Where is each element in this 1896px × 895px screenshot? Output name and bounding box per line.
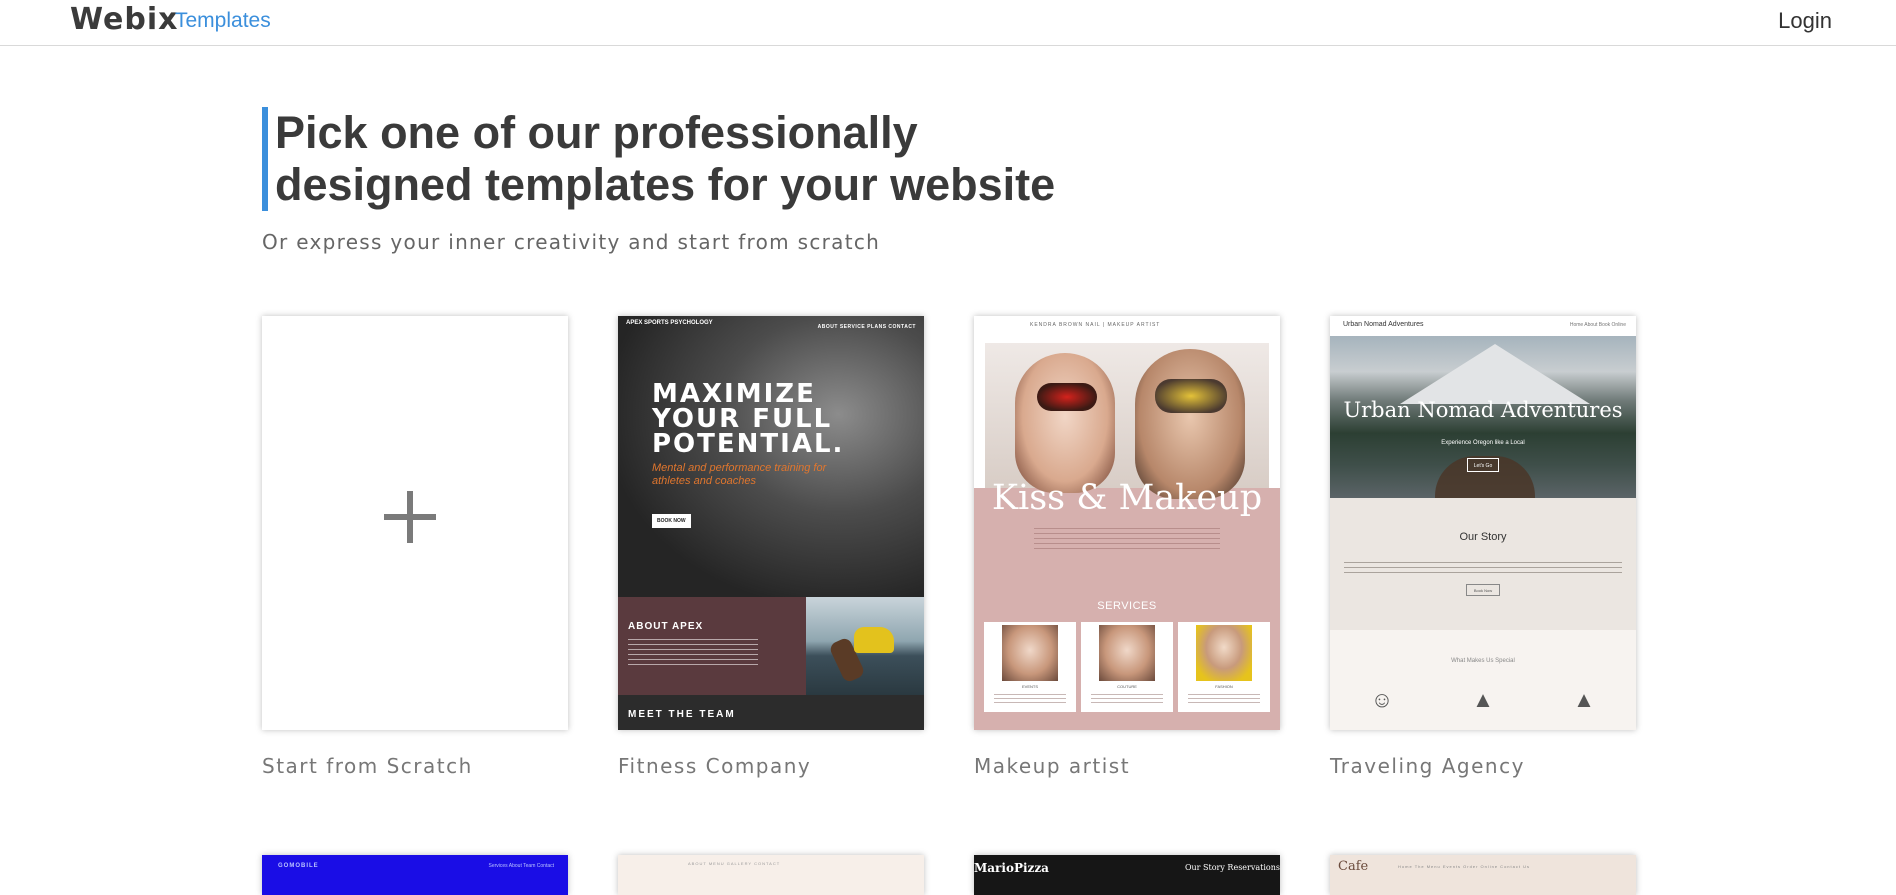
travel-hero-image: Urban Nomad Adventures Experience Oregon… xyxy=(1330,336,1636,498)
page-title: Pick one of our professionally designed … xyxy=(275,107,1056,210)
template-card-mobile[interactable]: GOMOBILE Services About Team Contact xyxy=(262,855,568,895)
template-label-scratch[interactable]: Start from Scratch xyxy=(262,754,473,778)
headline-block: Pick one of our professionally designed … xyxy=(262,107,1102,211)
travel-story-heading: Our Story xyxy=(1459,531,1507,543)
service-title: COUTURE xyxy=(1117,684,1137,689)
mobile-nav: Services About Team Contact xyxy=(488,863,555,869)
fitness-team-section: MEET THE TEAM xyxy=(618,695,924,730)
makeup-service-card: COUTURE xyxy=(1081,622,1173,712)
mountain-icon: ▲ xyxy=(1472,687,1494,712)
travel-story-button: Book Now xyxy=(1466,584,1500,596)
runner-shirt xyxy=(854,627,894,653)
fitness-hero-image: APEX SPORTS PSYCHOLOGY ABOUT SERVICE PLA… xyxy=(618,316,924,597)
pizza-brand: MarioPizza xyxy=(974,861,1049,875)
service-portrait xyxy=(1002,625,1058,681)
model-face-left xyxy=(1015,353,1115,493)
nav-templates-link[interactable]: Templates xyxy=(175,9,271,33)
lake-mountain-icon: ▲ xyxy=(1573,687,1595,712)
travel-story-text xyxy=(1344,562,1622,576)
page-subtitle: Or express your inner creativity and sta… xyxy=(262,230,881,254)
template-card-travel[interactable]: Urban Nomad Adventures Home About Book O… xyxy=(1330,316,1636,730)
fitness-about-heading: ABOUT APEX xyxy=(628,621,704,632)
guide-icon: ☺ xyxy=(1370,687,1394,712)
template-label-travel[interactable]: Traveling Agency xyxy=(1330,754,1525,778)
fitness-nav: ABOUT SERVICE PLANS CONTACT xyxy=(817,324,916,330)
webix-logo[interactable]: Webix xyxy=(70,2,178,37)
travel-cta-button: Let's Go xyxy=(1467,458,1499,472)
top-navbar: Webix Templates Login xyxy=(0,0,1896,46)
fitness-runner-photo xyxy=(806,597,924,695)
template-card-makeup[interactable]: KENDRA BROWN NAIL | MAKEUP ARTIST Kiss &… xyxy=(974,316,1280,730)
service-title: FASHION xyxy=(1215,684,1233,689)
cafe-nav: Home The Menu Events Order Online Contac… xyxy=(1398,864,1530,869)
cafe-brand: Cafe xyxy=(1338,859,1369,874)
service-portrait xyxy=(1196,625,1252,681)
travel-story-section: Our Story Book Now xyxy=(1330,498,1636,630)
fitness-about-section: ABOUT APEX xyxy=(618,597,806,695)
model-makeup-right xyxy=(1155,379,1227,413)
travel-brand: Urban Nomad Adventures xyxy=(1343,321,1424,328)
fitness-subtitle: Mental and performance training for athl… xyxy=(652,462,827,487)
travel-special-section: What Makes Us Special ☺ ▲ ▲ xyxy=(1330,630,1636,730)
service-text xyxy=(994,694,1066,704)
travel-title: Urban Nomad Adventures xyxy=(1343,398,1623,422)
template-card-cafe[interactable]: Cafe Home The Menu Events Order Online C… xyxy=(1330,855,1636,895)
travel-special-heading: What Makes Us Special xyxy=(1451,658,1515,664)
travel-nav-links: Home About Book Online xyxy=(1569,322,1626,328)
makeup-hero-image xyxy=(985,343,1269,499)
pizza-nav: Our Story Reservations xyxy=(1184,863,1280,872)
service-portrait xyxy=(1099,625,1155,681)
template-label-fitness[interactable]: Fitness Company xyxy=(618,754,811,778)
fitness-title: MAXIMIZE YOUR FULL POTENTIAL. xyxy=(652,379,845,459)
service-title: EVENTS xyxy=(1021,684,1038,689)
mountain-shape xyxy=(1400,344,1590,404)
template-card-scratch[interactable] xyxy=(262,316,568,730)
login-link[interactable]: Login xyxy=(1778,8,1832,34)
restaurant-nav: ABOUT MENU GALLERY CONTACT xyxy=(688,861,781,866)
makeup-service-card: FASHION xyxy=(1178,622,1270,712)
fitness-team-heading: MEET THE TEAM xyxy=(628,709,736,720)
template-card-restaurant[interactable]: ABOUT MENU GALLERY CONTACT xyxy=(618,855,924,895)
template-label-makeup[interactable]: Makeup artist xyxy=(974,754,1130,778)
fitness-logo: APEX SPORTS PSYCHOLOGY xyxy=(626,320,713,326)
model-makeup-left xyxy=(1037,383,1097,411)
travel-nav: Urban Nomad Adventures Home About Book O… xyxy=(1330,316,1636,336)
makeup-title: Kiss & Makeup xyxy=(991,478,1263,518)
makeup-service-card: EVENTS xyxy=(984,622,1076,712)
template-card-pizza[interactable]: MarioPizza Our Story Reservations xyxy=(974,855,1280,895)
model-face-right xyxy=(1135,349,1245,499)
makeup-services-heading: SERVICES xyxy=(1097,600,1157,612)
mobile-brand: GOMOBILE xyxy=(278,863,319,869)
template-card-fitness[interactable]: APEX SPORTS PSYCHOLOGY ABOUT SERVICE PLA… xyxy=(618,316,924,730)
travel-subtitle: Experience Oregon like a Local xyxy=(1441,440,1525,446)
plus-icon xyxy=(384,491,436,543)
service-text xyxy=(1188,694,1260,704)
makeup-nav: KENDRA BROWN NAIL | MAKEUP ARTIST xyxy=(1030,322,1161,328)
fitness-about-text xyxy=(628,639,758,667)
service-text xyxy=(1091,694,1163,704)
makeup-intro-text xyxy=(1034,528,1220,552)
fitness-book-button: BOOK NOW xyxy=(652,514,691,528)
